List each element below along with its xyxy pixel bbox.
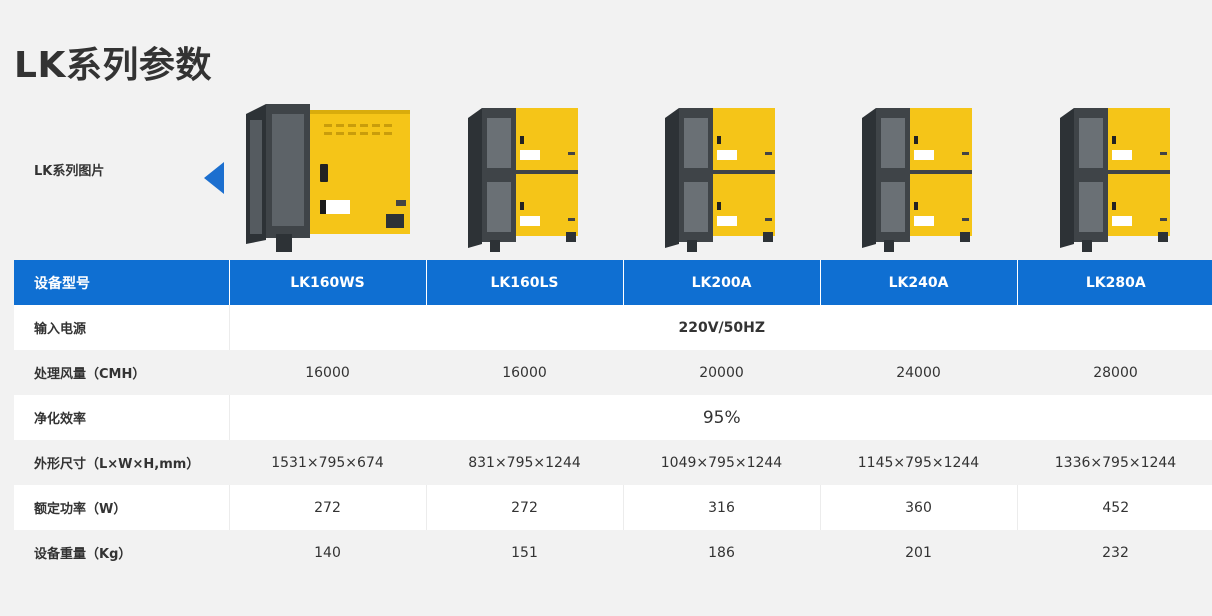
table-row: 净化效率 95%: [14, 395, 1212, 440]
cell-value: 452: [1016, 485, 1212, 530]
cell-value: 232: [1102, 544, 1129, 561]
cell-efficiency: 95%: [228, 395, 1212, 440]
header-model: LK160WS: [228, 260, 426, 305]
page-title: LK系列参数: [14, 45, 212, 86]
row-label-weight: 设备重量（Kg）: [34, 547, 132, 562]
header-model: LK160LS: [425, 260, 623, 305]
row-label-air-volume: 处理风量（CMH）: [34, 367, 146, 382]
cell-value: 28000: [1093, 364, 1138, 381]
arrow-left-icon[interactable]: [204, 162, 224, 194]
cell-value: 201: [905, 544, 932, 561]
product-image-lk160ls: [468, 92, 588, 260]
table-row: 输入电源 220V/50HZ: [14, 305, 1212, 350]
cell-value: 316: [622, 485, 820, 530]
product-image-lk160ws: [246, 92, 416, 260]
cell-value: 186: [708, 544, 735, 561]
header-label: 设备型号: [14, 260, 229, 305]
table-row: 外形尺寸（L×W×H,mm） 1531×795×674 831×795×1244…: [14, 440, 1212, 485]
cell-value: 1531×795×674: [271, 454, 384, 471]
cell-value: 1049×795×1244: [660, 454, 783, 471]
row-label-dimensions: 外形尺寸（L×W×H,mm）: [34, 457, 200, 472]
table-row: 处理风量（CMH） 16000 16000 20000 24000 28000: [14, 350, 1212, 395]
cell-value: 831×795×1244: [468, 454, 581, 471]
table-row: 设备重量（Kg） 140 151 186 201 232: [14, 530, 1212, 575]
spec-table: 设备型号 LK160WS LK160LS LK200A LK240A LK280…: [14, 260, 1212, 575]
row-label-efficiency: 净化效率: [34, 412, 87, 427]
images-row-label: LK系列图片: [34, 164, 105, 179]
header-model: LK280A: [1016, 260, 1212, 305]
product-image-lk240a: [862, 92, 982, 260]
cell-value: 16000: [502, 364, 547, 381]
cell-value: 16000: [305, 364, 350, 381]
cell-value: 20000: [699, 364, 744, 381]
row-label-rated-power: 额定功率（W）: [34, 502, 127, 517]
header-model: LK200A: [622, 260, 820, 305]
cell-value: 1145×795×1244: [857, 454, 980, 471]
cell-value: 140: [314, 544, 341, 561]
cell-value: 272: [228, 485, 426, 530]
cell-value: 24000: [896, 364, 941, 381]
product-image-lk280a: [1060, 92, 1180, 260]
header-model: LK240A: [819, 260, 1017, 305]
cell-value: 151: [511, 544, 538, 561]
cell-value: 272: [425, 485, 623, 530]
row-label-power-input: 输入电源: [34, 322, 87, 337]
table-header-row: 设备型号 LK160WS LK160LS LK200A LK240A LK280…: [14, 260, 1212, 305]
table-row: 额定功率（W） 272 272 316 360 452: [14, 485, 1212, 530]
product-image-lk200a: [665, 92, 785, 260]
cell-value: 360: [819, 485, 1017, 530]
product-images-row: LK系列图片: [14, 92, 1212, 260]
cell-value: 1336×795×1244: [1054, 454, 1177, 471]
cell-power-input: 220V/50HZ: [228, 305, 1212, 350]
